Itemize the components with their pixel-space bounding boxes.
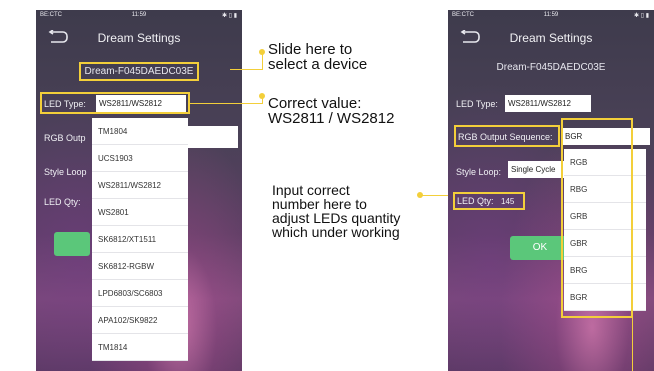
led-type-field[interactable]: WS2811/WS2812 (505, 95, 591, 112)
led-type-dropdown[interactable]: TM1804 UCS1903 WS2811/WS2812 WS2801 SK6812/X… (92, 118, 188, 361)
annotation-input-qty: Input correct number here to adjust LEDs… (272, 183, 400, 239)
led-type-option[interactable]: SK6812-RGBW (92, 253, 188, 280)
phone-screen-device-type: BE:CTC 11:59 ✱ ▯ ▮ Dream Settings Dream-… (36, 10, 242, 371)
rgb-dropdown-highlight (561, 118, 633, 318)
led-type-label: LED Type: (44, 99, 86, 109)
annotation-slide-line-2: select a device (268, 56, 368, 73)
led-type-option[interactable]: UCS1903 (92, 145, 188, 172)
led-type-field[interactable]: WS2811/WS2812 (96, 95, 186, 112)
annotation-input-line-3: adjust LEDs quantity (272, 210, 401, 226)
rgb-sequence-label: RGB Output Sequence: (458, 132, 553, 142)
led-type-option[interactable]: WS2801 (92, 199, 188, 226)
connector-line-correct (190, 103, 262, 104)
page-title: Dream Settings (509, 31, 593, 45)
annotation-input-line-2: number here to (272, 196, 367, 212)
style-loop-label: Style Loop (44, 167, 87, 177)
annotation-input-line-1: Input correct (272, 182, 350, 198)
connector-line-rgb (632, 318, 633, 371)
led-qty-label: LED Qty: (457, 196, 494, 206)
annotation-slide-line-1: Slide here to (268, 41, 353, 58)
style-loop-label: Style Loop: (456, 167, 502, 177)
led-qty-label: LED Qty: (44, 197, 81, 207)
led-type-option[interactable]: SK6812/XT1511 (92, 226, 188, 253)
led-type-label: LED Type: (456, 99, 498, 109)
device-selector[interactable]: Dream-F045DAEDC03E (448, 62, 654, 73)
ok-button-partial[interactable] (54, 232, 90, 256)
connector-dot-slide (259, 49, 265, 55)
device-name: Dream-F045DAEDC03E (496, 62, 606, 73)
led-type-option[interactable]: LPD6803/SC6803 (92, 280, 188, 307)
led-type-option[interactable]: TM1804 (92, 118, 188, 145)
status-icons: ✱ ▯ ▮ (222, 13, 237, 19)
rgb-sequence-field[interactable] (186, 126, 238, 148)
annotation-correct-line-2: WS2811 / WS2812 (268, 110, 395, 127)
style-loop-field[interactable]: Single Cycle (508, 161, 564, 178)
led-type-option[interactable]: TM1814 (92, 334, 188, 361)
status-bar: BE:CTC 11:59 ✱ ▯ ▮ (448, 10, 654, 22)
device-name: Dream-F045DAEDC03E (78, 62, 200, 81)
ok-button-label: OK (532, 242, 548, 253)
status-icons: ✱ ▯ ▮ (634, 13, 649, 19)
annotation-correct-line-1: Correct value: (268, 95, 362, 112)
status-bar: BE:CTC 11:59 ✱ ▯ ▮ (36, 10, 242, 22)
page-title: Dream Settings (97, 31, 181, 45)
annotation-correct-value: Correct value: WS2811 / WS2812 (268, 96, 394, 126)
led-qty-value[interactable]: 145 (501, 197, 514, 206)
connector-dot-correct (259, 93, 265, 99)
nav-bar: Dream Settings (448, 24, 654, 52)
phone-screen-rgb-sequence: BE:CTC 11:59 ✱ ▯ ▮ Dream Settings Dream-… (448, 10, 654, 371)
device-selector[interactable]: Dream-F045DAEDC03E (36, 62, 242, 81)
annotation-slide-device: Slide here to select a device (268, 42, 367, 72)
annotation-input-line-4: which under working (272, 224, 400, 240)
led-type-option[interactable]: WS2811/WS2812 (92, 172, 188, 199)
led-type-option[interactable]: APA102/SK9822 (92, 307, 188, 334)
rgb-sequence-label: RGB Outp (44, 133, 86, 143)
connector-line-slide (230, 69, 262, 70)
clock-label: 11:59 (131, 12, 147, 18)
nav-bar: Dream Settings (36, 24, 242, 52)
clock-label: 11:59 (543, 12, 559, 18)
